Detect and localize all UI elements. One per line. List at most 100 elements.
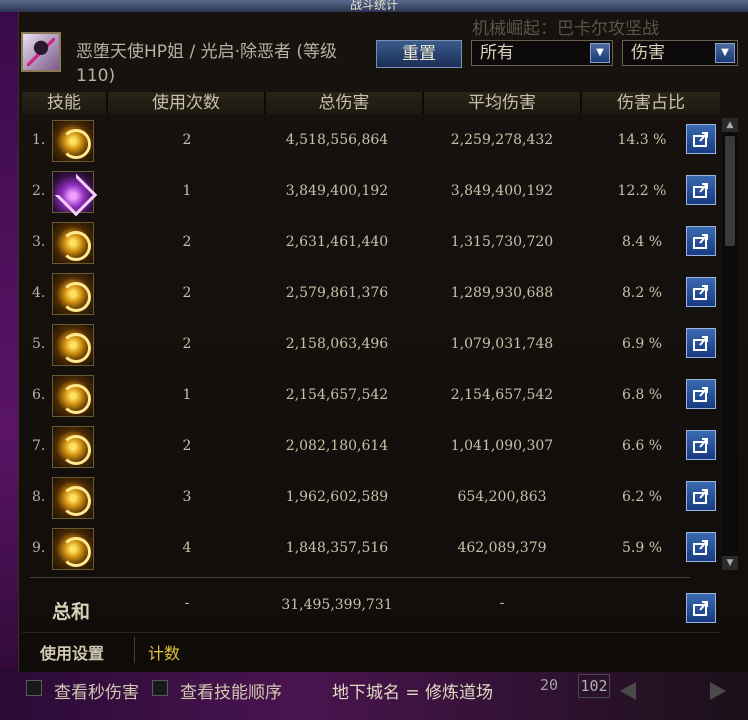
header-damage-share[interactable]: 伤害占比: [582, 92, 720, 114]
row-rank: 1.: [32, 132, 46, 148]
row-rank: 5.: [32, 336, 46, 352]
skill-golden-lightning-icon: [52, 222, 94, 264]
filter-select[interactable]: 所有 ▼: [471, 40, 613, 66]
reset-button[interactable]: 重置: [376, 40, 462, 68]
scroll-down-icon[interactable]: ▼: [722, 556, 738, 570]
share-icon: [693, 438, 708, 453]
skill-golden-swirl-icon: [52, 120, 94, 162]
skill-golden-slash-icon: [52, 528, 94, 570]
total-label: 总和: [52, 601, 91, 623]
table-scrollbar[interactable]: ▲ ▼: [722, 118, 738, 570]
row-use-count: 1: [182, 183, 192, 199]
total-row: 总和 - 31,495,399,731 -: [22, 585, 720, 629]
table-row: 6. 1 2,154,657,542 2,154,657,542 6.8 %: [22, 371, 720, 421]
row-damage-share: 8.4 %: [621, 234, 663, 250]
share-row-button[interactable]: [686, 481, 716, 511]
total-damage: 31,495,399,731: [281, 597, 393, 613]
row-total-damage: 2,579,861,376: [285, 285, 389, 301]
row-damage-share: 8.2 %: [621, 285, 663, 301]
row-rank: 2.: [32, 183, 46, 199]
skill-golden-explosion-icon: [52, 273, 94, 315]
row-total-damage: 2,154,657,542: [285, 387, 389, 403]
skill-purple-burst-icon: [52, 171, 94, 213]
dungeon-name: 地下城名 = 修炼道场: [332, 683, 494, 703]
share-icon: [693, 183, 708, 198]
row-total-damage: 2,631,461,440: [285, 234, 389, 250]
dps-checkbox[interactable]: [26, 680, 42, 696]
skill-order-checkbox-label[interactable]: 查看技能顺序: [180, 678, 282, 703]
metric-select[interactable]: 伤害 ▼: [622, 40, 738, 66]
counter-tab[interactable]: 计数: [148, 640, 180, 664]
share-icon: [693, 234, 708, 249]
share-row-button[interactable]: [686, 430, 716, 460]
row-damage-share: 6.6 %: [621, 438, 663, 454]
metric-select-value: 伤害: [631, 43, 665, 63]
next-arrow-icon[interactable]: [710, 682, 726, 700]
row-rank: 6.: [32, 387, 46, 403]
row-use-count: 3: [182, 489, 192, 505]
share-row-button[interactable]: [686, 328, 716, 358]
row-avg-damage: 2,259,278,432: [450, 132, 554, 148]
share-icon: [693, 489, 708, 504]
settings-separator: [134, 637, 135, 663]
share-row-button[interactable]: [686, 277, 716, 307]
row-avg-damage: 2,154,657,542: [450, 387, 554, 403]
share-row-button[interactable]: [686, 226, 716, 256]
character-name: 恶堕天使HP姐 / 光启·除恶者 (等级110): [76, 42, 338, 86]
dps-checkbox-label[interactable]: 查看秒伤害: [54, 678, 139, 703]
share-icon: [693, 601, 708, 616]
skill-golden-rays-icon: [52, 324, 94, 366]
counter-value-b: 102: [578, 674, 610, 698]
table-header: 技能 使用次数 总伤害 平均伤害 伤害占比: [22, 92, 720, 114]
share-row-button[interactable]: [686, 379, 716, 409]
row-use-count: 2: [182, 234, 192, 250]
chevron-down-icon[interactable]: ▼: [715, 43, 735, 63]
total-avg: -: [499, 595, 505, 611]
header-avg-damage[interactable]: 平均伤害: [424, 92, 582, 114]
row-total-damage: 2,082,180,614: [285, 438, 389, 454]
row-rank: 4.: [32, 285, 46, 301]
table-row: 5. 2 2,158,063,496 1,079,031,748 6.9 %: [22, 320, 720, 370]
row-damage-share: 5.9 %: [621, 540, 663, 556]
share-total-button[interactable]: [686, 593, 716, 623]
row-use-count: 1: [182, 387, 192, 403]
scrollbar-thumb[interactable]: [725, 136, 735, 246]
row-rank: 3.: [32, 234, 46, 250]
header-skill[interactable]: 技能: [22, 92, 108, 114]
header-total-damage[interactable]: 总伤害: [266, 92, 424, 114]
row-avg-damage: 1,041,090,307: [450, 438, 554, 454]
chevron-down-icon[interactable]: ▼: [590, 43, 610, 63]
share-row-button[interactable]: [686, 175, 716, 205]
row-avg-damage: 1,079,031,748: [450, 336, 554, 352]
settings-tab[interactable]: 使用设置: [40, 640, 104, 664]
row-avg-damage: 1,315,730,720: [450, 234, 554, 250]
row-damage-share: 14.3 %: [617, 132, 667, 148]
table-row: 2. 1 3,849,400,192 3,849,400,192 12.2 %: [22, 167, 720, 217]
row-total-damage: 4,518,556,864: [285, 132, 389, 148]
table-row: 7. 2 2,082,180,614 1,041,090,307 6.6 %: [22, 422, 720, 472]
table-divider: [30, 577, 690, 578]
row-avg-damage: 1,289,930,688: [450, 285, 554, 301]
row-avg-damage: 3,849,400,192: [450, 183, 554, 199]
prev-arrow-icon[interactable]: [620, 682, 636, 700]
scroll-up-icon[interactable]: ▲: [722, 118, 738, 132]
share-icon: [693, 285, 708, 300]
table-row: 3. 2 2,631,461,440 1,315,730,720 8.4 %: [22, 218, 720, 268]
skill-order-checkbox[interactable]: [152, 680, 168, 696]
row-damage-share: 6.9 %: [621, 336, 663, 352]
share-row-button[interactable]: [686, 532, 716, 562]
window-titlebar[interactable]: 战斗统计: [0, 0, 748, 12]
window-title: 战斗统计: [349, 0, 398, 12]
row-damage-share: 12.2 %: [617, 183, 667, 199]
share-icon: [693, 540, 708, 555]
header-use-count[interactable]: 使用次数: [108, 92, 266, 114]
row-avg-damage: 462,089,379: [457, 540, 547, 556]
skill-golden-orb-icon: [52, 375, 94, 417]
row-total-damage: 2,158,063,496: [285, 336, 389, 352]
share-row-button[interactable]: [686, 124, 716, 154]
row-avg-damage: 654,200,863: [457, 489, 547, 505]
character-avatar: [21, 32, 61, 72]
table-row: 4. 2 2,579,861,376 1,289,930,688 8.2 %: [22, 269, 720, 319]
row-rank: 9.: [32, 540, 46, 556]
row-rank: 8.: [32, 489, 46, 505]
